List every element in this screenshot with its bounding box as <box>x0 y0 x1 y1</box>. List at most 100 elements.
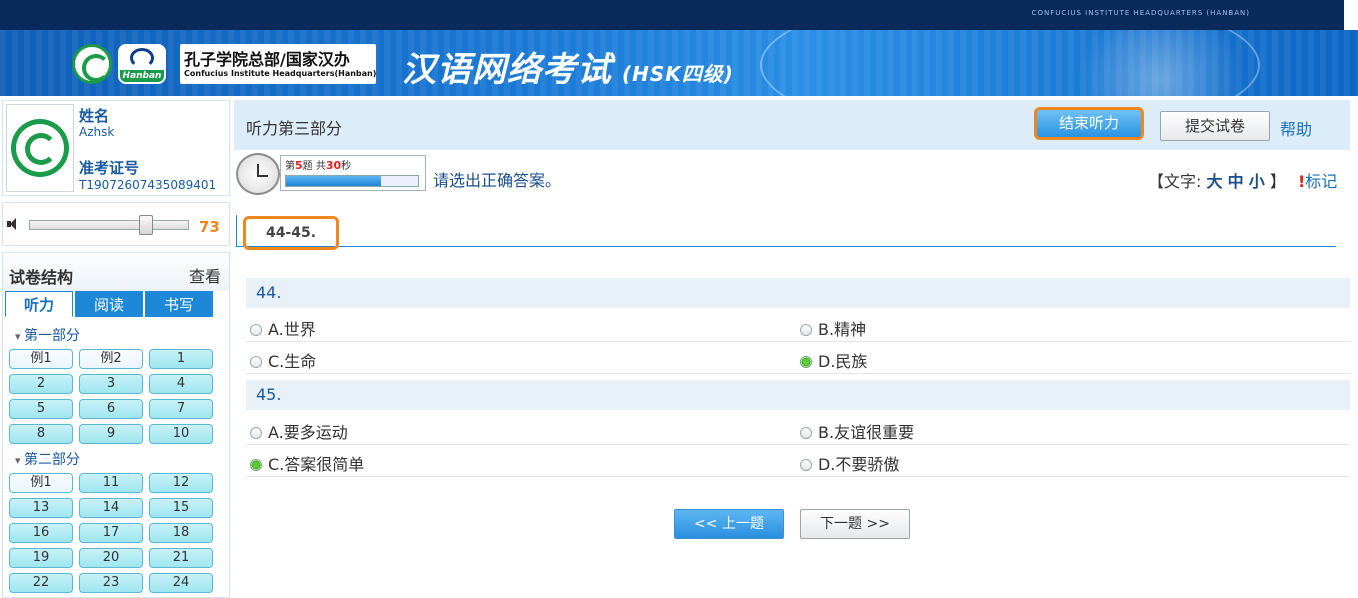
question-nav-button[interactable]: 24 <box>149 573 213 593</box>
confucius-emblem-icon <box>11 119 69 177</box>
question-timer: 第5题 共30秒 <box>280 155 426 191</box>
org-name-block: 孔子学院总部/国家汉办 Confucius Institute Headquar… <box>180 44 376 84</box>
top-strip: CONFUCIUS INSTITUTE HEADQUARTERS (HANBAN… <box>0 0 1358 30</box>
question-nav-button[interactable]: 7 <box>149 399 213 419</box>
question-nav-button[interactable]: 19 <box>9 548 73 568</box>
structure-view-link[interactable]: 查看 <box>189 263 221 287</box>
id-label: 准考证号 <box>79 159 140 177</box>
volume-value: 73 <box>199 218 220 236</box>
exam-level: (HSK四级) <box>622 62 734 86</box>
confucius-logo-icon <box>72 44 112 84</box>
font-size-large[interactable]: 大 <box>1207 172 1223 191</box>
question-range: 44-45. <box>243 216 339 250</box>
q44-option-b[interactable]: B.精神 <box>800 316 866 340</box>
question-nav-button[interactable]: 11 <box>79 473 143 493</box>
question-nav-button[interactable]: 12 <box>149 473 213 493</box>
question-nav-button[interactable]: 1 <box>149 349 213 369</box>
question-45-number: 45. <box>246 380 1350 410</box>
question-nav-button[interactable]: 10 <box>149 424 213 444</box>
question-nav-button[interactable]: 13 <box>9 498 73 518</box>
question-nav-button[interactable]: 14 <box>79 498 143 518</box>
exam-title: 汉语网络考试 (HSK四级) <box>402 50 734 90</box>
volume-panel: 73 <box>2 202 230 246</box>
header-banner: Hanban 孔子学院总部/国家汉办 Confucius Institute H… <box>0 30 1358 96</box>
q44-option-d[interactable]: D.民族 <box>800 348 867 372</box>
instruction-text: 请选出正确答案。 <box>433 171 562 190</box>
radio-icon[interactable] <box>250 427 262 439</box>
question-nav-button[interactable]: 2 <box>9 374 73 394</box>
question-nav-button[interactable]: 例1 <box>9 349 73 369</box>
radio-icon[interactable] <box>800 324 812 336</box>
question-nav-button[interactable]: 例1 <box>9 473 73 493</box>
submit-exam-button[interactable]: 提交试卷 <box>1160 111 1270 141</box>
radio-selected-icon[interactable] <box>250 459 262 471</box>
question-nav-button[interactable]: 6 <box>79 399 143 419</box>
question-44-row-2: C.生命 D.民族 <box>246 342 1350 374</box>
font-size-small[interactable]: 小 <box>1249 172 1265 191</box>
question-44-number: 44. <box>246 278 1350 308</box>
tab-listening[interactable]: 听力 <box>5 291 73 317</box>
section-title: 听力第三部分 <box>246 119 343 138</box>
mark-button[interactable]: !标记 <box>1298 168 1337 192</box>
end-listening-button[interactable]: 结束听力 <box>1034 107 1144 140</box>
question-nav-button[interactable]: 3 <box>79 374 143 394</box>
avatar <box>6 104 74 192</box>
q44-option-a[interactable]: A.世界 <box>250 316 316 340</box>
org-name-en: Confucius Institute Headquarters(Hanban) <box>184 69 377 78</box>
q45-option-d[interactable]: D.不要骄傲 <box>800 451 899 475</box>
question-nav-button[interactable]: 9 <box>79 424 143 444</box>
question-nav-button[interactable]: 5 <box>9 399 73 419</box>
radio-icon[interactable] <box>800 459 812 471</box>
radio-icon[interactable] <box>250 324 262 336</box>
name-value: Azhsk <box>79 125 115 139</box>
radio-icon[interactable] <box>250 356 262 368</box>
timer-progress-fill <box>286 176 382 186</box>
help-link[interactable]: 帮助 <box>1280 116 1312 140</box>
radio-icon[interactable] <box>800 427 812 439</box>
question-nav-button[interactable]: 16 <box>9 523 73 543</box>
tab-writing[interactable]: 书写 <box>145 291 213 317</box>
structure-title: 试卷结构 <box>9 268 74 287</box>
org-name-cn: 孔子学院总部/国家汉办 <box>184 50 350 69</box>
hanban-logo-text: Hanban <box>120 70 164 82</box>
section-tabs: 听力 阅读 书写 <box>5 291 227 319</box>
timer-text: 第5题 共30秒 <box>285 159 352 172</box>
question-44-row-1: A.世界 B.精神 <box>246 310 1350 342</box>
question-nav-button[interactable]: 15 <box>149 498 213 518</box>
question-nav-button[interactable]: 20 <box>79 548 143 568</box>
q45-option-a[interactable]: A.要多运动 <box>250 419 348 443</box>
prev-question-button[interactable]: << 上一题 <box>674 509 784 539</box>
question-nav-button[interactable]: 21 <box>149 548 213 568</box>
exam-structure-panel: 试卷结构 查看 听力 阅读 书写 第一部分 例1例212345678910 第二… <box>2 252 230 598</box>
question-nav-button[interactable]: 例2 <box>79 349 143 369</box>
id-value: T19072607435089401 <box>79 178 217 192</box>
question-45-row-2: C.答案很简单 D.不要骄傲 <box>246 445 1350 477</box>
question-45-row-1: A.要多运动 B.友谊很重要 <box>246 413 1350 445</box>
question-nav-button[interactable]: 4 <box>149 374 213 394</box>
question-nav-button[interactable]: 8 <box>9 424 73 444</box>
timer-progress-bar <box>285 175 419 187</box>
question-nav-button[interactable]: 22 <box>9 573 73 593</box>
tab-reading[interactable]: 阅读 <box>75 291 143 317</box>
font-size-control: 【文字: 大 中 小 】 <box>1148 172 1286 191</box>
q45-option-c[interactable]: C.答案很简单 <box>250 451 364 475</box>
q45-option-b[interactable]: B.友谊很重要 <box>800 419 914 443</box>
question-group-header <box>236 215 1336 247</box>
volume-slider[interactable] <box>29 220 189 230</box>
hanban-logo-icon: Hanban <box>118 44 166 84</box>
question-nav-button[interactable]: 17 <box>79 523 143 543</box>
volume-slider-handle[interactable] <box>138 215 153 235</box>
next-question-button[interactable]: 下一题 >> <box>800 509 910 539</box>
question-nav-button[interactable]: 18 <box>149 523 213 543</box>
name-label: 姓名 <box>79 107 110 125</box>
part2-label[interactable]: 第二部分 <box>15 449 80 469</box>
top-org-text: CONFUCIUS INSTITUTE HEADQUARTERS (HANBAN… <box>1031 9 1250 17</box>
font-size-medium[interactable]: 中 <box>1228 172 1244 191</box>
speaker-icon <box>7 217 21 231</box>
q44-option-c[interactable]: C.生命 <box>250 348 316 372</box>
part1-label[interactable]: 第一部分 <box>15 325 80 345</box>
radio-selected-icon[interactable] <box>800 356 812 368</box>
user-info-panel: 姓名 Azhsk 准考证号 T19072607435089401 <box>2 100 230 196</box>
clock-icon <box>236 153 280 195</box>
question-nav-button[interactable]: 23 <box>79 573 143 593</box>
